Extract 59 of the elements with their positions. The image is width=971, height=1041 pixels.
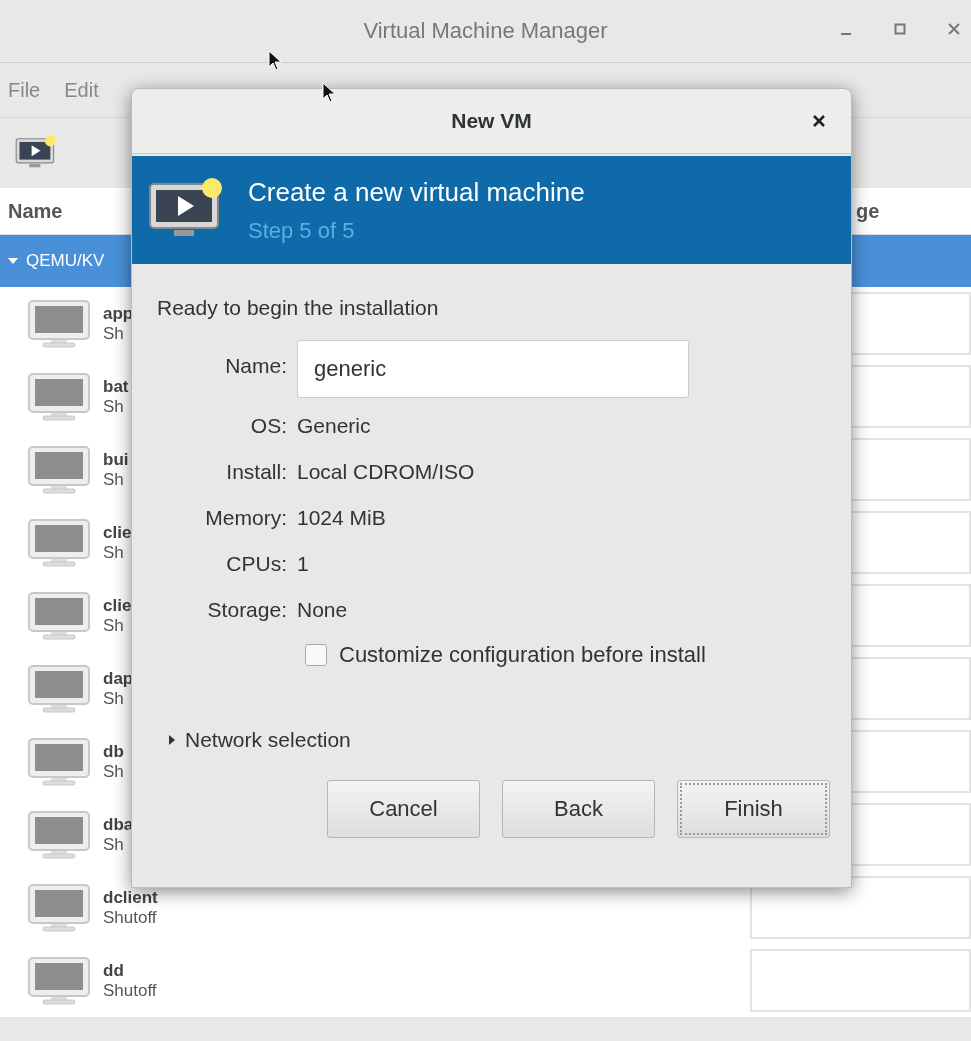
checkbox[interactable] <box>305 644 327 666</box>
vm-status: Shutoff <box>103 907 157 928</box>
field-label: Name: <box>225 354 287 378</box>
monitor-icon <box>27 517 91 568</box>
vm-status: Sh <box>103 615 124 636</box>
monitor-icon <box>27 371 91 422</box>
group-label: QEMU/KV <box>26 251 105 271</box>
dialog-button[interactable]: Finish <box>677 780 830 838</box>
vm-name[interactable]: dap <box>103 668 134 689</box>
field-label: Memory: <box>205 506 287 530</box>
field-value: None <box>297 598 348 622</box>
monitor-icon <box>27 663 91 714</box>
vm-status: Sh <box>103 688 124 709</box>
checkbox-label[interactable]: Customize configuration before install <box>339 642 706 668</box>
banner-title: Create a new virtual machine <box>248 176 585 208</box>
vm-name[interactable]: dclient <box>103 887 158 908</box>
expander-label[interactable]: Network selection <box>185 728 351 752</box>
field-label: CPUs: <box>226 552 287 576</box>
section-heading: Ready to begin the installation <box>157 296 439 320</box>
vm-name[interactable]: clie <box>103 522 132 543</box>
field-value: Local CDROM/ISO <box>297 460 475 484</box>
vm-status: Shutoff <box>103 980 157 1001</box>
vm-status: Sh <box>103 761 124 782</box>
field-value: Generic <box>297 414 371 438</box>
monitor-icon <box>27 590 91 641</box>
vm-name[interactable]: db <box>103 741 124 762</box>
vm-name[interactable]: app <box>103 303 134 324</box>
monitor-icon <box>27 955 91 1006</box>
dialog-button[interactable]: Cancel <box>327 780 480 838</box>
expander-triangle-icon[interactable] <box>167 735 177 745</box>
vm-status: Sh <box>103 396 124 417</box>
field-label: Install: <box>226 460 287 484</box>
vm-status: Sh <box>103 542 124 563</box>
dialog-button[interactable]: Back <box>502 780 655 838</box>
cursor-icon <box>322 82 336 104</box>
vm-status: Sh <box>103 469 124 490</box>
monitor-icon <box>27 444 91 495</box>
monitor-icon <box>27 298 91 349</box>
field-value: 1024 MiB <box>297 506 386 530</box>
field-label: OS: <box>250 414 287 438</box>
step-label: Step 5 of 5 <box>248 217 355 244</box>
monitor-icon <box>27 882 91 933</box>
vm-name[interactable]: bui <box>103 449 129 470</box>
monitor-icon <box>27 736 91 787</box>
vm-name[interactable]: bat <box>103 376 129 397</box>
name-field[interactable]: generic <box>297 340 689 398</box>
column-header[interactable]: ge <box>856 199 880 223</box>
field-value: 1 <box>297 552 309 576</box>
vm-name[interactable]: dd <box>103 960 124 981</box>
cursor-icon <box>268 50 282 72</box>
vm-name[interactable]: clie <box>103 595 132 616</box>
field-label: Storage: <box>207 598 287 622</box>
window-title: Virtual Machine Manager <box>363 18 608 44</box>
monitor-icon <box>27 809 91 860</box>
close-icon[interactable] <box>812 114 826 128</box>
vm-status: Sh <box>103 834 124 855</box>
dialog-title: New VM <box>451 109 532 133</box>
maximize-icon[interactable] <box>893 22 907 36</box>
vm-status: Sh <box>103 323 124 344</box>
